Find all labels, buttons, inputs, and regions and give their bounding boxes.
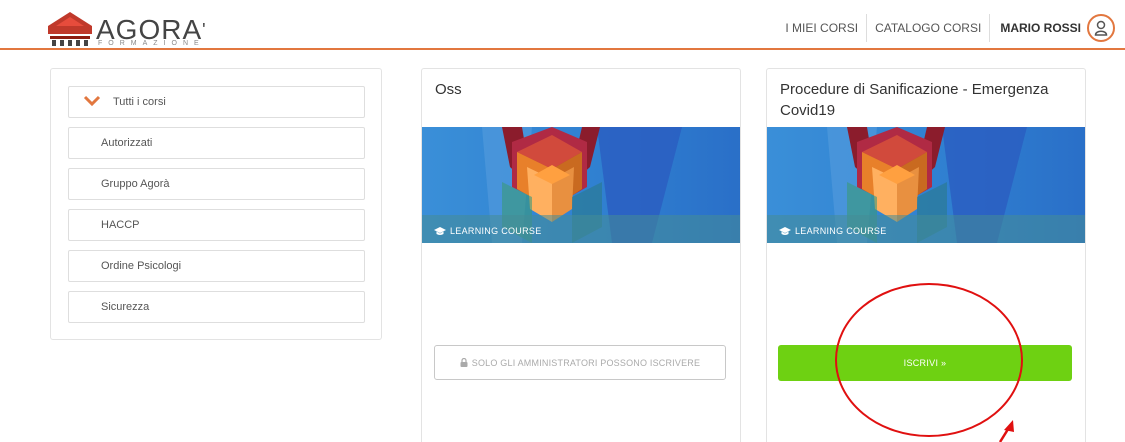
category-all-courses[interactable]: Tutti i corsi — [68, 86, 365, 118]
logo-subtitle: FORMAZIONE — [98, 40, 205, 47]
nav-catalog[interactable]: CATALOGO CORSI — [867, 14, 989, 42]
enroll-disabled-button[interactable]: SOLO GLI AMMINISTRATORI POSSONO ISCRIVER… — [434, 345, 726, 380]
category-autorizzati[interactable]: Autorizzati — [68, 127, 365, 159]
category-haccp[interactable]: HACCP — [68, 209, 365, 241]
course-cover-image[interactable]: LEARNING COURSE — [767, 127, 1085, 243]
lock-icon — [460, 358, 468, 367]
user-name[interactable]: MARIO ROSSI — [990, 14, 1087, 42]
category-label: Gruppo Agorà — [101, 178, 170, 190]
category-label: Ordine Psicologi — [101, 260, 182, 272]
course-cover-image[interactable]: LEARNING COURSE — [422, 127, 740, 243]
category-label: Tutti i corsi — [113, 96, 166, 108]
top-header: AGORA' FORMAZIONE I MIEI CORSI CATALOGO … — [0, 0, 1125, 50]
course-type-label: LEARNING COURSE — [450, 226, 542, 236]
category-gruppo-agora[interactable]: Gruppo Agorà — [68, 168, 365, 200]
enroll-disabled-label: SOLO GLI AMMINISTRATORI POSSONO ISCRIVER… — [471, 357, 701, 368]
course-type-badge: LEARNING COURSE — [779, 226, 887, 236]
course-title[interactable]: Procedure di Sanificazione - Emergenza C… — [780, 79, 1073, 121]
chevron-down-icon — [83, 95, 101, 107]
course-type-label: LEARNING COURSE — [795, 226, 887, 236]
course-title[interactable]: Oss — [435, 79, 728, 100]
category-label: Sicurezza — [101, 301, 150, 313]
user-avatar-icon[interactable] — [1087, 14, 1115, 42]
top-nav: I MIEI CORSI CATALOGO CORSI MARIO ROSSI — [777, 14, 1125, 42]
course-type-badge: LEARNING COURSE — [434, 226, 542, 236]
category-label: Autorizzati — [101, 137, 153, 149]
category-label: HACCP — [101, 219, 140, 231]
category-sicurezza[interactable]: Sicurezza — [68, 291, 365, 323]
nav-my-courses[interactable]: I MIEI CORSI — [777, 14, 866, 42]
category-ordine-psicologi[interactable]: Ordine Psicologi — [68, 250, 365, 282]
graduation-cap-icon — [434, 226, 446, 235]
course-card-oss: Oss LEARNING COURSE SOLO GLI AMMINISTRAT… — [421, 68, 741, 442]
graduation-cap-icon — [779, 226, 791, 235]
logo-roof-icon — [48, 12, 92, 46]
enroll-button[interactable]: ISCRIVI » — [778, 345, 1072, 381]
course-card-sanificazione: Procedure di Sanificazione - Emergenza C… — [766, 68, 1086, 442]
category-filter-panel: Tutti i corsi Autorizzati Gruppo Agorà H… — [50, 68, 382, 340]
